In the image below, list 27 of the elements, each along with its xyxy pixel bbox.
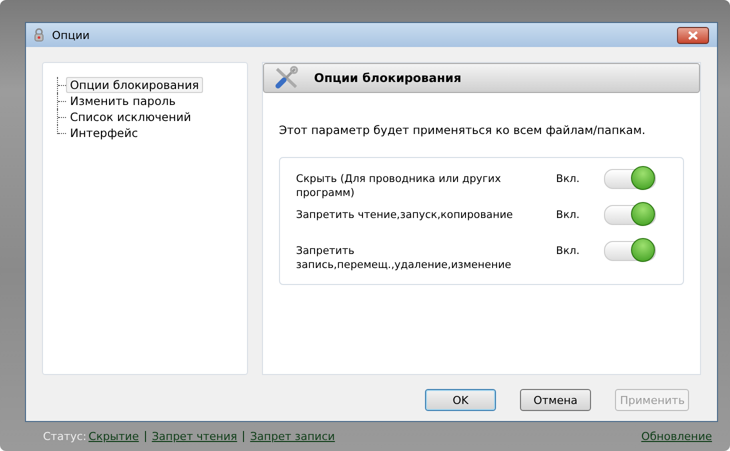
tree-item[interactable]: Изменить пароль xyxy=(66,93,180,109)
option-label: Запретить запись,перемещ.,удаление,изменение xyxy=(296,244,512,272)
status-link[interactable]: Запрет записи xyxy=(250,430,335,443)
window-title: Опции xyxy=(52,28,91,42)
toggle-switch[interactable] xyxy=(604,241,656,261)
status-label: Статус: xyxy=(43,430,87,443)
toggle-switch[interactable] xyxy=(604,169,656,189)
tree-item[interactable]: Интерфейс xyxy=(66,125,142,141)
wrench-screwdriver-icon xyxy=(274,66,300,90)
update-link[interactable]: Обновление xyxy=(641,430,712,443)
option-state: Вкл. xyxy=(556,208,581,222)
option-label: Запретить чтение,запуск,копирование xyxy=(296,208,514,222)
option-state: Вкл. xyxy=(556,244,581,258)
dialog-button[interactable]: OK xyxy=(425,389,496,411)
toggle-switch[interactable] xyxy=(604,205,656,225)
description-text: Этот параметр будет применяться ко всем файлам/папкам. xyxy=(279,123,646,137)
status-link[interactable]: Скрытие xyxy=(88,430,139,443)
option-state: Вкл. xyxy=(556,172,581,186)
status-link[interactable]: Запрет чтения xyxy=(152,430,238,443)
close-button[interactable] xyxy=(677,26,709,44)
close-icon xyxy=(686,30,700,40)
option-label: Скрыть (Для проводника или других программ) xyxy=(296,172,502,200)
dialog-button[interactable]: Отмена xyxy=(520,389,591,411)
tree-item[interactable]: Список исключений xyxy=(66,109,196,125)
lock-icon xyxy=(34,28,44,42)
tree-item[interactable]: Опции блокирования xyxy=(66,77,203,93)
panel-title: Опции блокирования xyxy=(314,71,462,85)
